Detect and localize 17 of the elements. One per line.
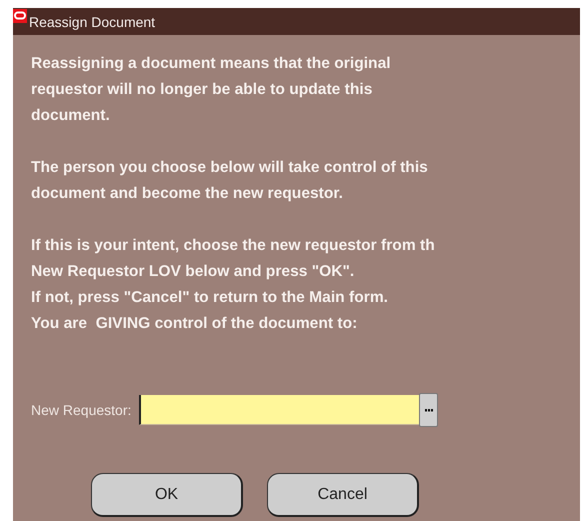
- message-line: Reassigning a document means that the original: [31, 54, 392, 74]
- message-line: The person you choose below will take control of this: [31, 158, 429, 178]
- app-logo-icon: [13, 9, 27, 23]
- message-line: If this is your intent, choose the new requestor from th: [31, 236, 436, 256]
- message-line: requestor will no longer be able to update this: [31, 80, 374, 100]
- message-line: You are GIVING control of the document to:: [31, 314, 358, 334]
- window-title: Reassign Document: [29, 14, 156, 30]
- field-label: New Requestor:: [31, 402, 132, 418]
- message-line: document and become the new requestor.: [31, 184, 344, 204]
- dialog-button[interactable]: Cancel: [267, 473, 419, 517]
- dialog-button[interactable]: OK: [91, 473, 243, 517]
- ellipsis-icon: [424, 408, 433, 412]
- input-field[interactable]: [139, 395, 420, 425]
- message-line: If not, press "Cancel" to return to the Main form.: [31, 288, 390, 308]
- message-line: document.: [31, 106, 111, 126]
- message-line: New Requestor LOV below and press "OK".: [31, 262, 356, 282]
- list-of-values-button[interactable]: [419, 393, 438, 427]
